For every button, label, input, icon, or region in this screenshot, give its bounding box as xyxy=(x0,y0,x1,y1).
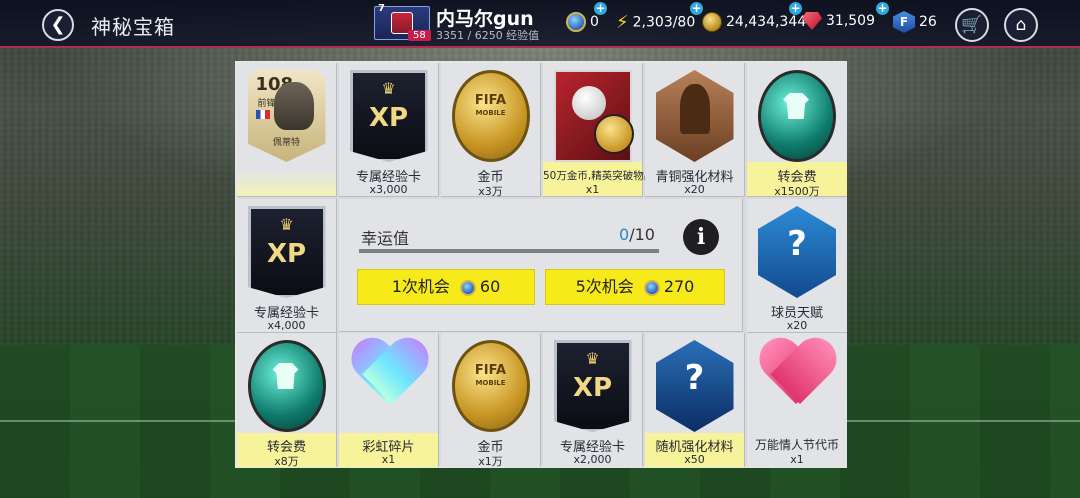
home-icon: ⌂ xyxy=(1015,15,1027,35)
reward-coins-1w[interactable]: FIFA MOBILE 金币 x1万 xyxy=(441,333,541,468)
luck-progress-bar xyxy=(359,249,659,253)
gems-resource: 31,509 xyxy=(802,12,875,30)
reward-elite-pack[interactable]: 50万金币,精英突破物品 x1 xyxy=(543,63,654,197)
player-card-icon: 108 前锋 佩蒂特 xyxy=(247,70,326,162)
draw-five-button[interactable]: 5次机会 270 xyxy=(545,269,725,305)
team-level-top: 7 xyxy=(378,3,385,14)
fifa-coin-icon: FIFA MOBILE xyxy=(451,70,530,162)
page-title: 神秘宝箱 xyxy=(91,15,175,39)
xp-card-icon: ♛ XP xyxy=(349,70,428,162)
xp-progress-text: 3351 / 6250 经验值 xyxy=(436,29,540,42)
xp-card-icon: ♛ XP xyxy=(553,340,632,432)
tokens-resource: 0 xyxy=(566,12,599,32)
rainbow-heart-icon xyxy=(350,340,428,432)
cart-icon: 🛒 xyxy=(961,15,983,35)
shop-button[interactable]: 🛒 xyxy=(955,8,989,42)
lightning-icon: ⚡ xyxy=(616,12,629,33)
luck-value: 0/10 xyxy=(619,225,655,244)
reward-rainbow-shard[interactable]: 彩虹碎片 x1 xyxy=(339,333,439,467)
token-coin-icon xyxy=(566,12,586,32)
question-hex-icon: ? xyxy=(655,340,734,432)
luck-area: 幸运值 0/10 i 1次机会 60 5次机会 270 xyxy=(339,199,743,332)
back-button[interactable]: ❮ xyxy=(42,9,74,41)
bronze-hex-icon xyxy=(655,70,734,162)
reward-xp-card-2000[interactable]: ♛ XP 专属经验卡 x2,000 xyxy=(543,333,643,467)
coin-icon xyxy=(593,114,634,154)
ball-icon xyxy=(571,86,606,120)
reward-transfer-fee-1500w[interactable]: 转会费 x1500万 xyxy=(747,63,847,198)
reward-bronze-material[interactable]: 青铜强化材料 x20 xyxy=(645,63,745,197)
player-face-icon xyxy=(273,82,314,130)
info-icon[interactable]: i xyxy=(683,219,719,255)
fifa-coin-icon: FIFA MOBILE xyxy=(451,340,530,432)
f-token-icon: F xyxy=(893,11,915,33)
reward-xp-card-4000[interactable]: ♛ XP 专属经验卡 x4,000 xyxy=(237,199,337,333)
add-tokens-button[interactable]: + xyxy=(594,2,607,15)
shirt-icon xyxy=(783,93,809,119)
france-flag-icon xyxy=(255,110,270,119)
coin-icon xyxy=(702,12,722,32)
shirt-icon xyxy=(272,363,299,389)
xp-card-icon: ♛ XP xyxy=(247,206,326,298)
reward-player-talent[interactable]: ? 球员天赋 x20 xyxy=(747,199,847,333)
reward-coins-3w[interactable]: FIFA MOBILE 金币 x3万 xyxy=(441,63,541,198)
team-level: 58 xyxy=(408,30,431,41)
transfer-token-icon xyxy=(758,70,836,162)
coins-resource: 24,434,344 xyxy=(702,12,806,32)
top-bar: ❮ 神秘宝箱 7 58 内马尔gun 3351 / 6250 经验值 0 + ⚡… xyxy=(0,0,1080,48)
pink-heart-icon xyxy=(758,340,836,432)
token-coin-icon xyxy=(643,279,660,296)
reward-xp-card-3000[interactable]: ♛ XP 专属经验卡 x3,000 xyxy=(339,63,439,197)
stamina-resource: ⚡ 2,303/80 xyxy=(616,12,696,33)
rewards-panel: 108 前锋 佩蒂特 ♛ XP 专属经验卡 x3,000 FIFA MOBILE 金… xyxy=(235,61,847,468)
luck-label: 幸运值 xyxy=(361,229,410,248)
question-hex-icon: ? xyxy=(758,206,836,298)
gem-icon xyxy=(802,12,822,30)
add-coins-button[interactable]: + xyxy=(789,2,802,15)
home-button[interactable]: ⌂ xyxy=(1004,8,1038,42)
elite-pack-icon xyxy=(553,70,634,162)
chevron-left-icon: ❮ xyxy=(50,14,66,35)
reward-valentine-token[interactable]: 万能情人节代币 x1 xyxy=(747,333,847,467)
fifa-points-resource: F 26 xyxy=(893,11,937,33)
reward-random-material[interactable]: ? 随机强化材料 x50 xyxy=(645,333,745,467)
token-coin-icon xyxy=(459,279,476,296)
draw-once-button[interactable]: 1次机会 60 xyxy=(357,269,535,305)
reward-transfer-fee-8w[interactable]: 转会费 x8万 xyxy=(237,333,337,468)
reward-player-card[interactable]: 108 前锋 佩蒂特 xyxy=(237,63,337,197)
transfer-token-icon xyxy=(247,340,326,432)
add-gems-button[interactable]: + xyxy=(876,2,889,15)
